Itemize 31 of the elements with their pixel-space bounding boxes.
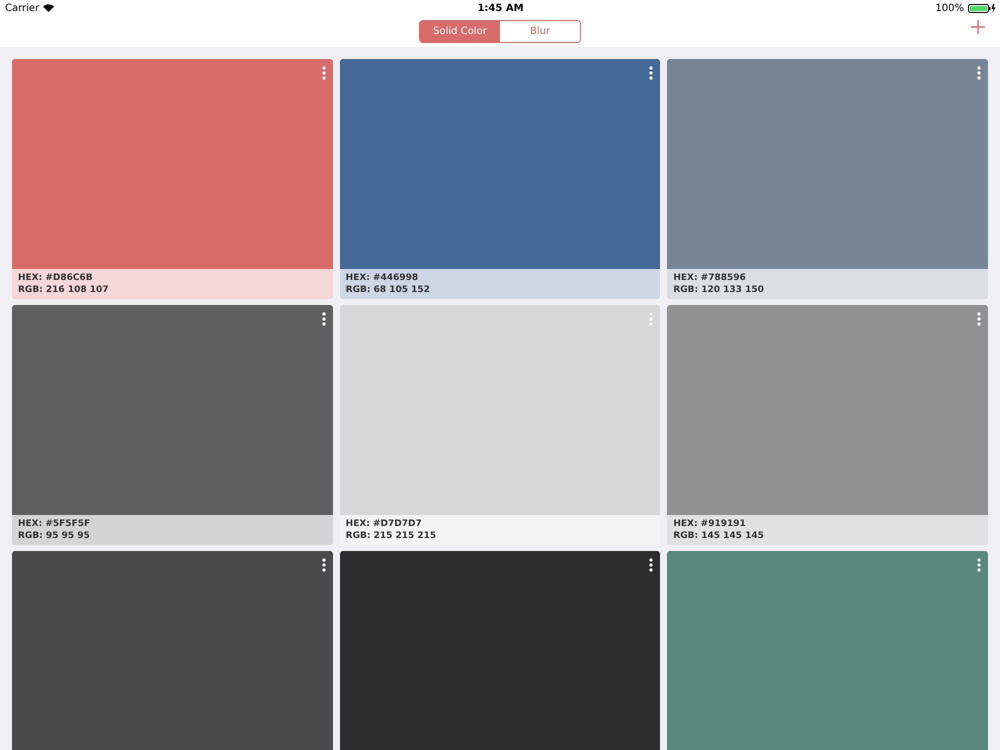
clock-time: 1:45 AM [477, 2, 524, 14]
hex-value: HEX: #D7D7D7 [346, 518, 423, 530]
carrier-label: Carrier [5, 2, 40, 14]
color-swatch[interactable] [667, 551, 988, 750]
rgb-value: RGB: 95 95 95 [18, 530, 91, 542]
add-button[interactable] [970, 19, 986, 35]
battery-percent: 100% [935, 2, 964, 14]
color-swatch[interactable] [12, 59, 333, 269]
battery-icon [968, 4, 996, 12]
hex-value: HEX: #788596 [673, 272, 747, 284]
rgb-value: RGB: 216 108 107 [18, 284, 110, 296]
rgb-value: RGB: 215 215 215 [346, 530, 438, 542]
color-swatch[interactable] [340, 551, 660, 750]
color-swatch[interactable] [340, 305, 660, 515]
color-swatch[interactable] [667, 305, 988, 515]
rgb-value: RGB: 68 105 152 [346, 284, 431, 296]
hex-value: HEX: #446998 [346, 272, 420, 284]
hex-value: HEX: #919191 [673, 518, 747, 530]
hex-value: HEX: #5F5F5F [18, 518, 92, 530]
segment-tab[interactable]: Solid Color [420, 21, 500, 42]
color-swatch[interactable] [667, 59, 988, 269]
wifi-icon [43, 4, 54, 12]
hex-value: HEX: #D86C6B [18, 272, 94, 284]
rgb-value: RGB: 145 145 145 [673, 530, 765, 542]
more-options-icon[interactable] [320, 558, 327, 572]
color-swatch[interactable] [12, 305, 333, 515]
color-swatch[interactable] [12, 551, 333, 750]
more-options-icon[interactable] [320, 312, 327, 326]
rgb-value: RGB: 120 133 150 [673, 284, 765, 296]
color-swatch[interactable] [340, 59, 660, 269]
more-options-icon[interactable] [648, 558, 654, 572]
